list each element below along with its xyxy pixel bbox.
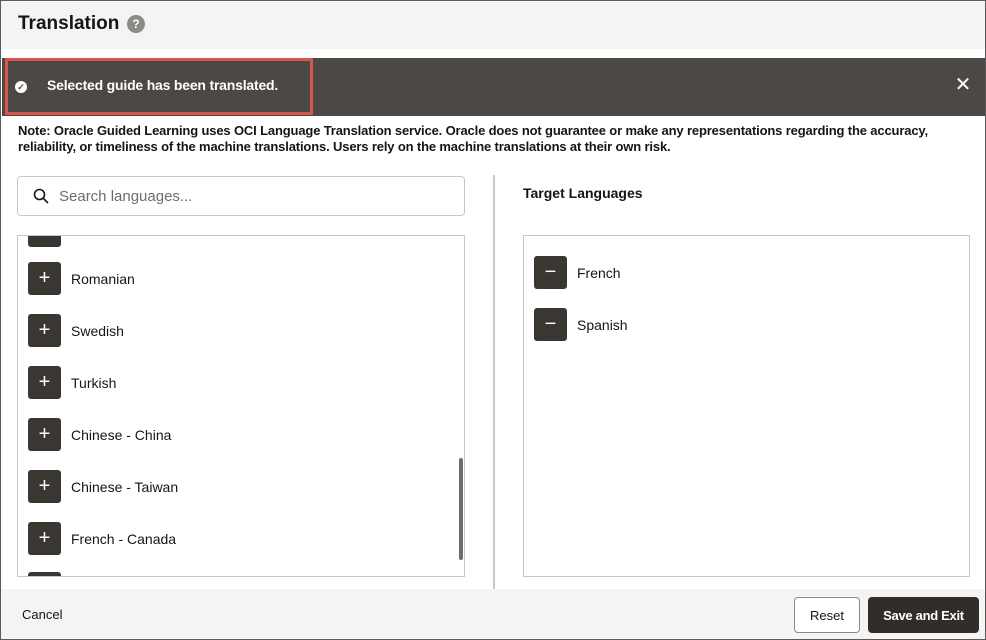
- list-item-partial[interactable]: [28, 572, 448, 576]
- add-button[interactable]: +: [28, 262, 61, 295]
- dialog-header: Translation ?: [1, 1, 985, 49]
- target-item-french: − French: [534, 256, 934, 290]
- list-item[interactable]: + Swedish: [28, 314, 448, 347]
- add-button[interactable]: +: [28, 418, 61, 451]
- save-and-exit-button[interactable]: Save and Exit: [868, 597, 979, 633]
- disclaimer-note: Note: Oracle Guided Learning uses OCI La…: [18, 123, 928, 154]
- add-button[interactable]: +: [28, 366, 61, 399]
- add-button[interactable]: +: [28, 522, 61, 555]
- add-button[interactable]: +: [28, 314, 61, 347]
- list-item-partial[interactable]: +: [28, 236, 448, 247]
- language-label: Romanian: [71, 271, 135, 287]
- highlight-box: [5, 58, 313, 115]
- search-box: [17, 176, 465, 216]
- language-label: French - Canada: [71, 531, 177, 547]
- reset-button[interactable]: Reset: [794, 597, 860, 633]
- language-label: Spanish: [577, 317, 628, 333]
- dialog-footer: Cancel Reset Save and Exit: [1, 589, 985, 639]
- cancel-link[interactable]: Cancel: [22, 607, 62, 622]
- search-input[interactable]: [59, 186, 439, 206]
- available-languages-list: + + Romanian + Swedish + Turkish + Chine…: [17, 235, 465, 577]
- list-item[interactable]: + Turkish: [28, 366, 448, 399]
- panel-divider: [493, 175, 495, 590]
- close-icon[interactable]: ✕: [953, 75, 973, 95]
- remove-button[interactable]: −: [534, 308, 567, 341]
- list-item[interactable]: + French - Canada: [28, 522, 448, 555]
- language-label: Chinese - China: [71, 427, 172, 443]
- language-label: French: [577, 265, 621, 281]
- list-item[interactable]: + Chinese - China: [28, 418, 448, 451]
- target-item-spanish: − Spanish: [534, 308, 934, 342]
- scrollbar-thumb[interactable]: [459, 458, 463, 560]
- dialog-title: Translation: [18, 13, 120, 34]
- list-item[interactable]: + Chinese - Taiwan: [28, 470, 448, 503]
- list-item[interactable]: + Romanian: [28, 262, 448, 295]
- language-label: Turkish: [71, 375, 117, 391]
- language-label: Swedish: [71, 323, 124, 339]
- add-button[interactable]: +: [28, 236, 61, 247]
- target-languages-title: Target Languages: [523, 185, 643, 201]
- language-label: Chinese - Taiwan: [71, 479, 179, 495]
- add-button[interactable]: +: [28, 470, 61, 503]
- target-languages-list: − French − Spanish: [523, 235, 970, 577]
- add-button[interactable]: [28, 572, 61, 576]
- remove-button[interactable]: −: [534, 256, 567, 289]
- search-icon: [33, 188, 49, 204]
- translation-dialog: Translation ? ✓ Selected guide has been …: [0, 0, 986, 640]
- help-icon[interactable]: ?: [127, 15, 145, 33]
